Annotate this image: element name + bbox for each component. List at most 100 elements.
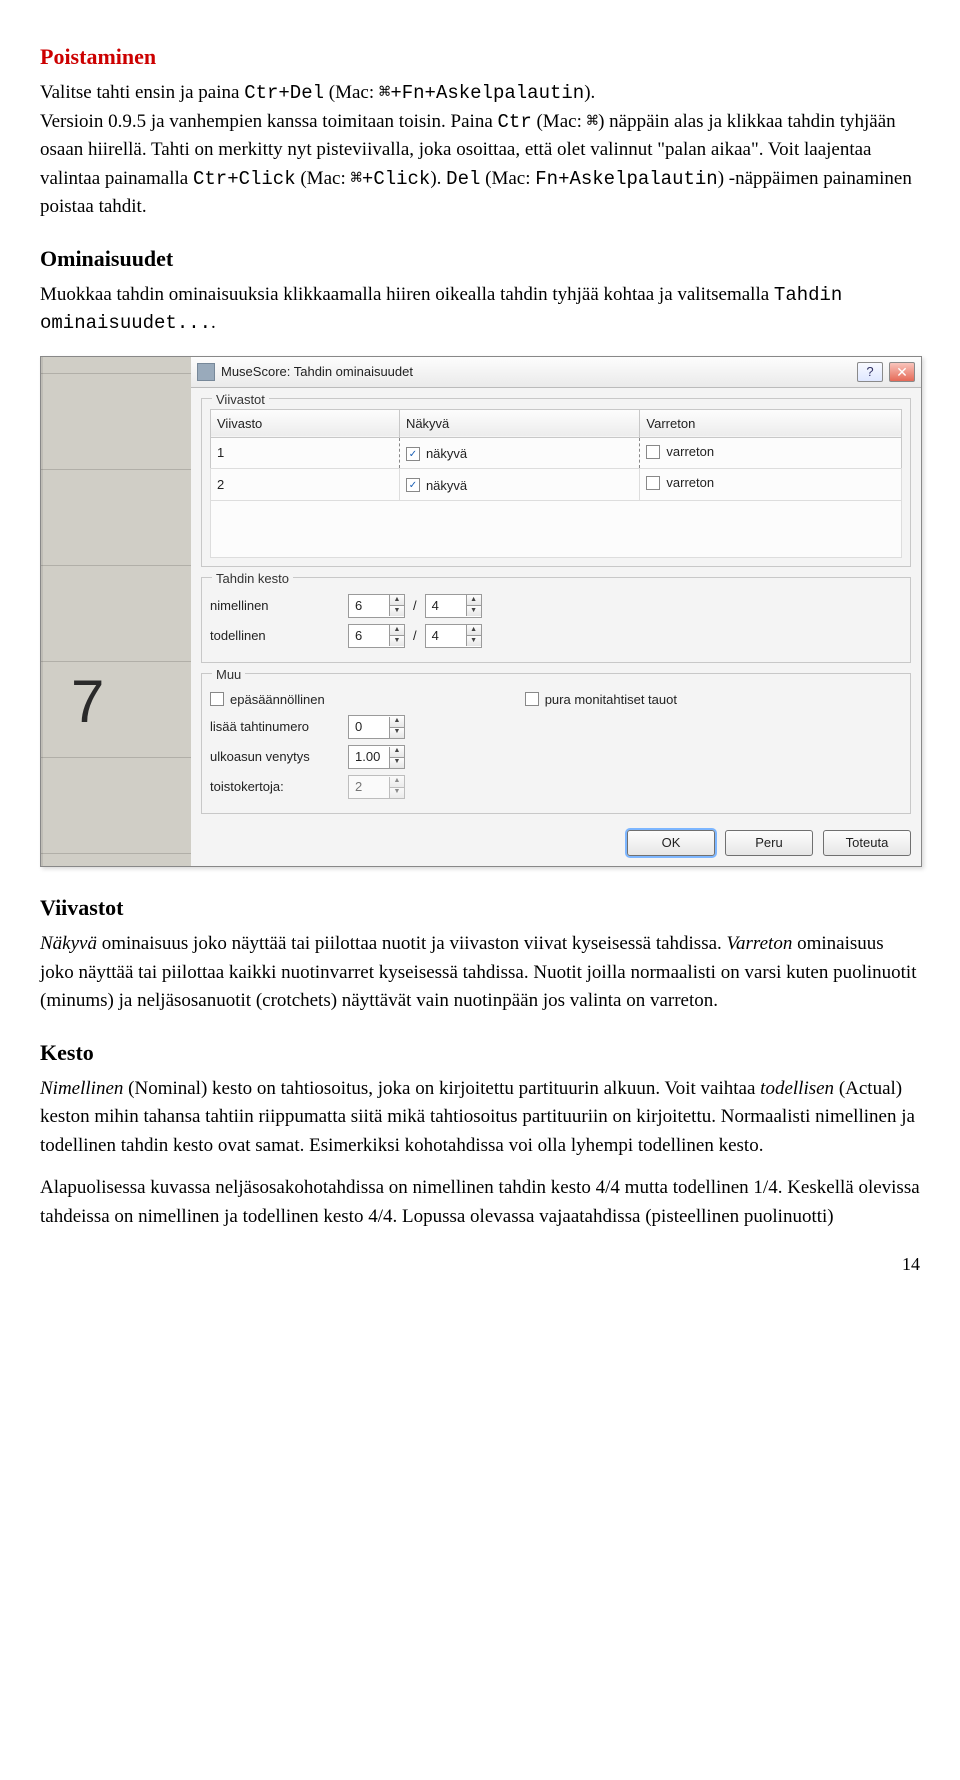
label-actual: todellinen [210,626,340,646]
checkbox-icon [646,445,660,459]
app-icon [197,363,215,381]
checkbox-label: näkyvä [426,476,467,496]
value: 2 [349,777,389,797]
chevron-up-icon[interactable]: ▲ [390,625,404,636]
value: 6 [349,596,389,616]
apply-button[interactable]: Toteuta [823,830,911,856]
heading-viivastot: Viivastot [40,891,920,924]
dialog-title: MuseScore: Tahdin ominaisuudet [221,362,413,382]
checkbox-icon [525,692,539,706]
add-barno-stepper[interactable]: 0▲▼ [348,715,405,739]
text: (Mac: [532,111,587,132]
para-poistaminen: Valitse tahti ensin ja paina Ctr+Del (Ma… [40,79,920,222]
checkbox-stemless[interactable]: varreton [646,473,714,493]
checkbox-visible[interactable]: ✓ näkyvä [406,444,467,464]
dialog-titlebar: MuseScore: Tahdin ominaisuudet ? ✕ [191,357,921,388]
checkbox-icon: ✓ [406,447,420,461]
chevron-down-icon[interactable]: ▼ [390,758,404,768]
text: ominaisuus joko näyttää tai piilottaa nu… [97,933,727,954]
ok-button[interactable]: OK [627,830,715,856]
value: 1.00 [349,747,389,767]
slash: / [413,596,417,616]
chevron-up-icon: ▲ [390,777,404,788]
repeat-count-stepper: 2▲▼ [348,775,405,799]
heading-poistaminen: Poistaminen [40,40,920,73]
col-visible[interactable]: Näkyvä [399,409,639,438]
sheet-thumbnail: 7 [41,357,191,867]
checkbox-label: varreton [666,442,714,462]
shortcut-ctr-click: Ctr+Click [193,168,296,190]
checkbox-icon [646,476,660,490]
shortcut-fn-bksp: Fn+Askelpalautin [535,168,717,190]
chevron-down-icon[interactable]: ▼ [467,636,481,646]
para-viivastot: Näkyvä ominaisuus joko näyttää tai piilo… [40,930,920,1016]
checkbox-icon [210,692,224,706]
chevron-down-icon[interactable]: ▼ [467,606,481,616]
table-row[interactable]: 2 ✓näkyvä varreton [211,469,902,500]
italic: Varreton [727,933,793,954]
label-nominal: nimellinen [210,596,340,616]
text: (Nominal) kesto on tahtiosoitus, joka on… [123,1078,760,1099]
group-muu: Muu epäsäännöllinen pura monitahtiset ta… [201,673,911,815]
shortcut-cmd-click: ⌘+Click [350,168,430,190]
chevron-up-icon[interactable]: ▲ [467,625,481,636]
para-kesto: Nimellinen (Nominal) kesto on tahtiosoit… [40,1075,920,1161]
checkbox-label: näkyvä [426,444,467,464]
slash: / [413,626,417,646]
value: 6 [349,626,389,646]
help-icon: ? [866,362,873,382]
checkbox-irregular[interactable]: epäsäännöllinen [210,690,325,710]
value: 4 [426,596,466,616]
label-repeat-count: toistokertoja: [210,777,340,797]
checkbox-visible[interactable]: ✓ näkyvä [406,476,467,496]
actual-denominator-stepper[interactable]: 4▲▼ [425,624,482,648]
checkbox-stemless[interactable]: varreton [646,442,714,462]
note-glyph: 7 [71,657,104,747]
text: Muokkaa tahdin ominaisuuksia klikkaamall… [40,284,774,305]
group-viivastot: Viivastot Viivasto Näkyvä Varreton 1 ✓nä… [201,398,911,567]
table-row[interactable] [211,500,902,557]
cancel-button[interactable]: Peru [725,830,813,856]
chevron-down-icon[interactable]: ▼ [390,728,404,738]
shortcut-mac-del: ⌘+Fn+Askelpalautin [379,82,584,104]
label-add-barno: lisää tahtinumero [210,717,340,737]
chevron-up-icon[interactable]: ▲ [390,595,404,606]
checkbox-icon: ✓ [406,478,420,492]
checkbox-label: pura monitahtiset tauot [545,690,677,710]
heading-ominaisuudet: Ominaisuudet [40,242,920,275]
help-button[interactable]: ? [857,362,883,382]
label-layout-stretch: ulkoasun venytys [210,747,340,767]
close-button[interactable]: ✕ [889,362,915,382]
staves-table[interactable]: Viivasto Näkyvä Varreton 1 ✓näkyvä varre… [210,409,902,558]
text: . [211,312,216,333]
actual-numerator-stepper[interactable]: 6▲▼ [348,624,405,648]
group-title-tahdin-kesto: Tahdin kesto [212,569,293,589]
group-title-viivastot: Viivastot [212,390,269,410]
italic: todellisen [760,1078,834,1099]
chevron-up-icon[interactable]: ▲ [390,717,404,728]
chevron-down-icon[interactable]: ▼ [390,636,404,646]
checkbox-label: varreton [666,473,714,493]
checkbox-break-rests[interactable]: pura monitahtiset tauot [525,690,677,710]
col-staff[interactable]: Viivasto [211,409,400,438]
layout-stretch-stepper[interactable]: 1.00▲▼ [348,745,405,769]
nominal-numerator-stepper[interactable]: 6▲▼ [348,594,405,618]
table-row[interactable]: 1 ✓näkyvä varreton [211,438,902,469]
shortcut-cmd: ⌘ [587,111,598,133]
para-bottom: Alapuolisessa kuvassa neljäsosakohotahdi… [40,1174,920,1231]
shortcut-ctrdel: Ctr+Del [244,82,324,104]
heading-kesto: Kesto [40,1036,920,1069]
text: Valitse tahti ensin ja paina [40,82,244,103]
checkbox-label: epäsäännöllinen [230,690,325,710]
chevron-up-icon[interactable]: ▲ [390,747,404,758]
col-stemless[interactable]: Varreton [640,409,902,438]
text: ). [584,82,595,103]
nominal-denominator-stepper[interactable]: 4▲▼ [425,594,482,618]
text: ). [430,168,446,189]
value: 0 [349,717,389,737]
chevron-down-icon[interactable]: ▼ [390,606,404,616]
group-tahdin-kesto: Tahdin kesto nimellinen 6▲▼ / 4▲▼ todell… [201,577,911,663]
italic: Näkyvä [40,933,97,954]
dialog-screenshot: 7 MuseScore: Tahdin ominaisuudet ? ✕ Vii… [40,356,920,868]
chevron-up-icon[interactable]: ▲ [467,595,481,606]
